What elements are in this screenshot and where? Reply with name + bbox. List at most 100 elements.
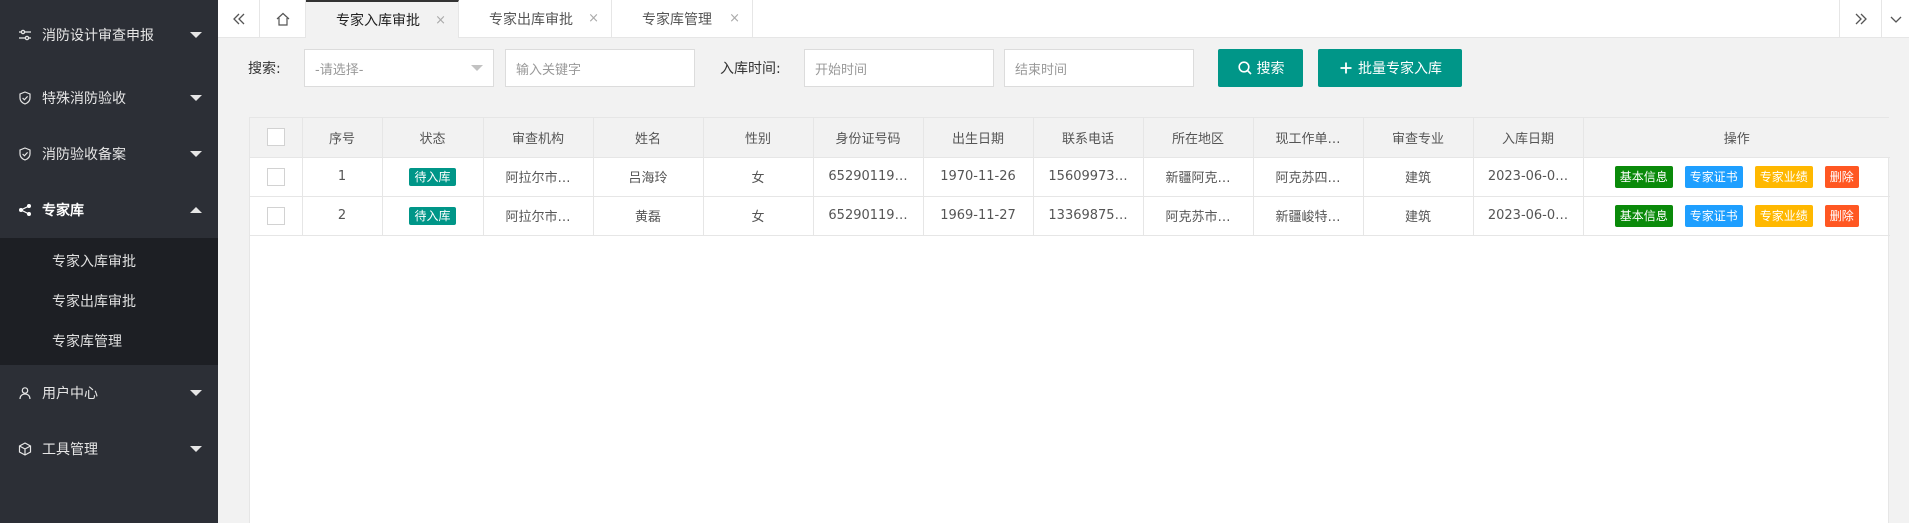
col-header-region[interactable]: 所在地区 [1143,118,1254,158]
cell-org: 阿拉尔市… [483,157,594,197]
cell-work: 阿克苏四… [1253,157,1364,197]
row-checkbox[interactable] [266,167,285,186]
submenu-item-expert-out-approval[interactable]: 专家出库审批 [0,281,218,321]
table-row: 1 待入库 阿拉尔市… 吕海玲 女 65290119… 1970-11-26 1… [250,157,1890,197]
sliders-icon [18,28,32,42]
submenu-expert-library: 专家入库审批 专家出库审批 专家库管理 [0,238,218,365]
menu-item-tool-management[interactable]: 工具管理 [0,421,218,477]
end-time-placeholder: 结束时间 [1015,62,1068,78]
col-header-work[interactable]: 现工作单… [1253,118,1364,158]
col-header-gender[interactable]: 性别 [703,118,814,158]
col-header-date[interactable]: 入库日期 [1473,118,1584,158]
cell-date: 2023-06-0… [1473,196,1584,236]
col-header-ops: 操作 [1583,118,1890,158]
select-all-checkbox[interactable] [266,128,285,147]
menu-item-acceptance-filing[interactable]: 消防验收备案 [0,126,218,182]
col-header-status[interactable]: 状态 [382,118,484,158]
menu-label: 用户中心 [42,386,98,402]
cell-ops: 基本信息 专家证书 专家业绩 删除 [1583,157,1890,197]
status-badge: 待入库 [409,206,456,225]
cell-no: 1 [302,157,383,197]
tab-expert-out-approval[interactable]: 专家出库审批 × [459,0,612,38]
tab-label: 专家入库审批 [336,13,420,29]
cell-id-no: 65290119… [813,157,924,197]
close-icon[interactable]: × [729,11,740,26]
dropdown-icon[interactable] [1881,0,1909,38]
cell-name: 吕海玲 [593,157,704,197]
search-bar: 搜索: -请选择- 输入关键字 入库时间: 开始时间 结束时间 搜索 批量专家入… [218,38,1909,98]
collapse-left-icon[interactable] [218,0,260,38]
search-label: 搜索: [248,61,281,77]
cell-ops: 基本信息 专家证书 专家业绩 删除 [1583,196,1890,236]
search-icon [1237,61,1252,75]
app-root: 消防设计审查申报 特殊消防验收 消防验收备案 专家库 专家入库审批 专家出库审批… [0,0,1909,523]
submenu-item-expert-library-management[interactable]: 专家库管理 [0,321,218,361]
menu-label: 消防验收备案 [42,147,126,163]
collapse-right-icon[interactable] [1839,0,1881,38]
search-button-label: 搜索 [1256,61,1285,77]
expert-performance-button[interactable]: 专家业绩 [1754,165,1813,188]
tab-bar: 专家入库审批 × 专家出库审批 × 专家库管理 × [218,0,1909,38]
menu-label: 工具管理 [42,442,98,458]
cube-icon [18,442,32,456]
close-icon[interactable]: × [435,13,446,28]
menu-label: 消防设计审查申报 [42,28,154,44]
delete-button[interactable]: 删除 [1824,204,1859,227]
home-icon[interactable] [260,0,306,38]
col-header-no[interactable]: 序号 [302,118,383,158]
col-header-id-no[interactable]: 身份证号码 [813,118,924,158]
cell-no: 2 [302,196,383,236]
cell-status: 待入库 [382,157,484,197]
col-header-birth[interactable]: 出生日期 [923,118,1034,158]
keyword-placeholder: 输入关键字 [516,62,582,78]
expert-certificate-button[interactable]: 专家证书 [1684,165,1743,188]
expert-certificate-button[interactable]: 专家证书 [1684,204,1743,227]
cell-org: 阿拉尔市… [483,196,594,236]
end-time-input[interactable]: 结束时间 [1004,49,1194,87]
menu-item-user-center[interactable]: 用户中心 [0,365,218,421]
expert-table: 序号 状态 审查机构 姓名 性别 身份证号码 出生日期 联系电话 所在地区 现工… [249,117,1890,523]
row-checkbox[interactable] [266,206,285,225]
cell-region: 新疆阿克… [1143,157,1254,197]
row-select-cell [250,157,303,197]
menu-item-expert-library[interactable]: 专家库 [0,182,218,238]
col-header-org[interactable]: 审查机构 [483,118,594,158]
cell-id-no: 65290119… [813,196,924,236]
sidebar: 消防设计审查申报 特殊消防验收 消防验收备案 专家库 专家入库审批 专家出库审批… [0,0,218,523]
col-header-name[interactable]: 姓名 [593,118,704,158]
batch-button-label: 批量专家入库 [1358,61,1442,77]
category-select-value: -请选择- [315,62,364,78]
cell-region: 阿克苏市… [1143,196,1254,236]
col-header-phone[interactable]: 联系电话 [1033,118,1144,158]
share-icon [18,203,32,217]
cell-birth: 1970-11-26 [923,157,1034,197]
expert-performance-button[interactable]: 专家业绩 [1754,204,1813,227]
table-header-row: 序号 状态 审查机构 姓名 性别 身份证号码 出生日期 联系电话 所在地区 现工… [250,118,1890,158]
chevron-down-icon [471,65,483,71]
category-select[interactable]: -请选择- [304,49,494,87]
tab-label: 专家库管理 [642,12,712,28]
menu-item-special-acceptance[interactable]: 特殊消防验收 [0,70,218,126]
close-icon[interactable]: × [588,11,599,26]
delete-button[interactable]: 删除 [1824,165,1859,188]
keyword-input[interactable]: 输入关键字 [505,49,695,87]
basic-info-button[interactable]: 基本信息 [1614,204,1673,227]
cell-major: 建筑 [1363,157,1474,197]
batch-expert-in-button[interactable]: 批量专家入库 [1318,49,1462,87]
plus-icon [1340,62,1352,74]
menu-item-fire-design-review[interactable]: 消防设计审查申报 [0,0,218,70]
search-button[interactable]: 搜索 [1218,49,1303,87]
tab-expert-in-approval[interactable]: 专家入库审批 × [306,0,459,38]
data-table: 序号 状态 审查机构 姓名 性别 身份证号码 出生日期 联系电话 所在地区 现工… [250,118,1890,236]
tab-expert-library-management[interactable]: 专家库管理 × [612,0,753,38]
menu-label: 专家库 [42,203,84,219]
submenu-item-expert-in-approval[interactable]: 专家入库审批 [0,241,218,281]
cell-phone: 15609973… [1033,157,1144,197]
basic-info-button[interactable]: 基本信息 [1614,165,1673,188]
user-icon [18,386,32,400]
col-header-major[interactable]: 审查专业 [1363,118,1474,158]
shield-check-icon [18,147,32,161]
status-badge: 待入库 [409,167,456,186]
start-time-input[interactable]: 开始时间 [804,49,994,87]
tab-label: 专家出库审批 [489,12,573,28]
